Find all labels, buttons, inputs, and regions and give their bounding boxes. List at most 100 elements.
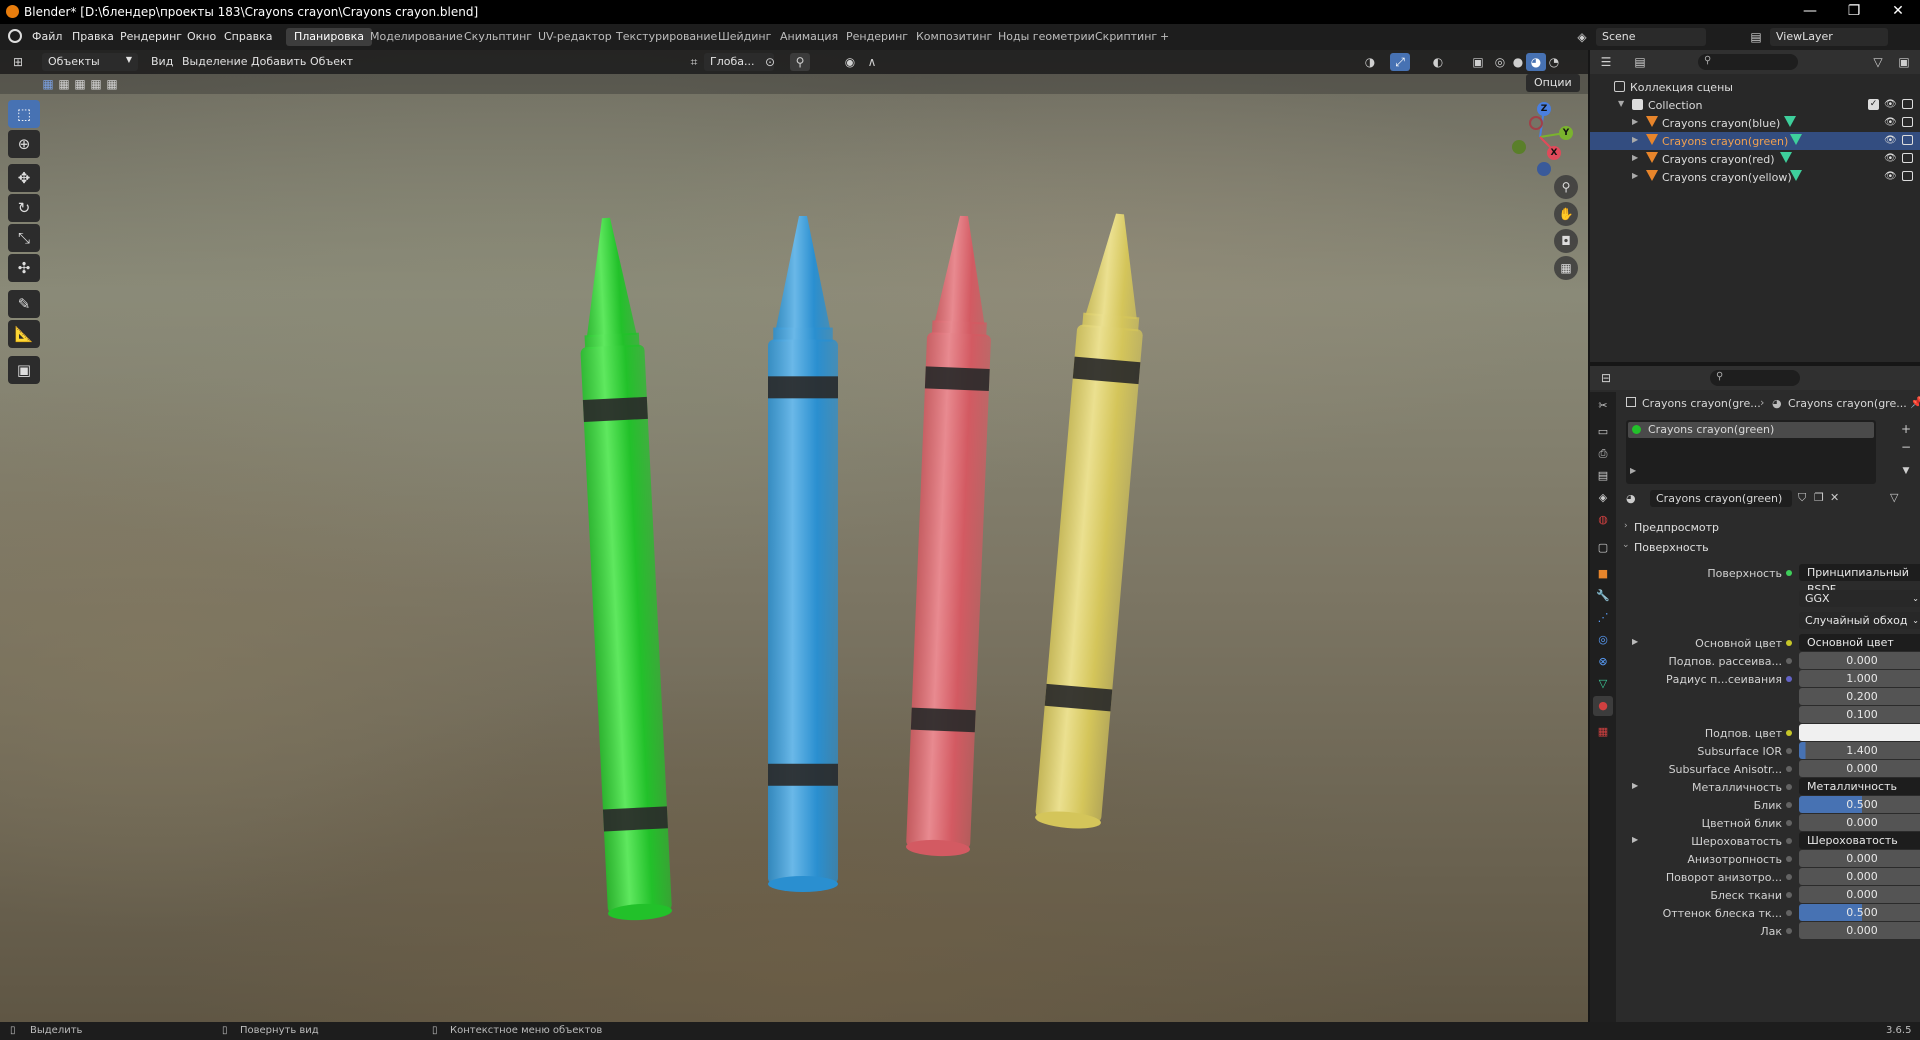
view-layer-tab-icon[interactable]: ▤	[1593, 466, 1613, 486]
camera-icon[interactable]	[1902, 99, 1913, 109]
gizmo-z-axis[interactable]: Z	[1537, 102, 1551, 116]
outliner-search-input[interactable]: ⚲	[1698, 54, 1798, 70]
xray-icon[interactable]: ▣	[1468, 53, 1488, 71]
mesh-data-icon[interactable]	[1790, 170, 1802, 181]
data-tab-icon[interactable]: ▽	[1593, 674, 1613, 694]
scene-icon[interactable]: ◈	[1572, 28, 1592, 46]
tab-geometry-nodes[interactable]: Ноды геометрии	[990, 28, 1103, 46]
panel-surface[interactable]: ⌄ Поверхность	[1616, 538, 1920, 558]
crayon-3[interactable]	[1034, 211, 1152, 831]
camera-icon[interactable]	[1902, 117, 1913, 127]
linked-input-field[interactable]: Шероховатость	[1799, 832, 1920, 849]
tree-collection[interactable]: ▼ Collection ✓ 👁	[1590, 96, 1920, 114]
collection-tab-icon[interactable]: ▢	[1593, 538, 1613, 558]
filter-icon[interactable]: ▽	[1868, 53, 1888, 71]
menu-object[interactable]: Объект	[310, 55, 353, 68]
tree-object-green[interactable]: ▶ Crayons crayon(green) 👁	[1590, 132, 1920, 150]
value-slider[interactable]: 0.200	[1799, 688, 1920, 705]
overlays-icon[interactable]: ◐	[1428, 53, 1448, 71]
socket-icon[interactable]	[1786, 658, 1792, 664]
expand-arrow-icon[interactable]: ▶	[1632, 781, 1638, 790]
socket-icon[interactable]	[1786, 838, 1792, 844]
close-button[interactable]: ✕	[1876, 0, 1920, 24]
value-slider[interactable]: 0.500	[1799, 796, 1920, 813]
properties-search-input[interactable]: ⚲	[1710, 370, 1800, 386]
socket-icon[interactable]	[1786, 928, 1792, 934]
output-tab-icon[interactable]: ⎙	[1593, 444, 1613, 464]
eye-icon[interactable]: 👁	[1884, 153, 1897, 164]
socket-icon[interactable]	[1786, 784, 1792, 790]
snap-icon[interactable]: ⚲	[790, 53, 810, 71]
rendered-shading-icon[interactable]: ◔	[1544, 53, 1564, 71]
mesh-data-icon[interactable]	[1790, 134, 1802, 145]
rotate-tool-icon[interactable]: ↻	[8, 194, 40, 222]
zoom-icon[interactable]: ⚲	[1554, 175, 1578, 199]
scale-tool-icon[interactable]: ⤡	[8, 224, 40, 252]
value-slider[interactable]: 1.400	[1799, 742, 1920, 759]
transform-tool-icon[interactable]: ✣	[8, 254, 40, 282]
proportional-editing-icon[interactable]: ◉	[840, 53, 860, 71]
socket-icon[interactable]	[1786, 748, 1792, 754]
tree-object-red[interactable]: ▶ Crayons crayon(red) 👁	[1590, 150, 1920, 168]
add-workspace-button[interactable]: +	[1152, 28, 1177, 46]
eye-icon[interactable]: 👁	[1884, 117, 1897, 128]
socket-icon[interactable]	[1786, 820, 1792, 826]
select-intersect-icon[interactable]: ▦	[102, 75, 122, 93]
tab-animation[interactable]: Анимация	[772, 28, 846, 46]
gizmo-toggle-icon[interactable]: ⤢	[1390, 53, 1410, 71]
menu-help[interactable]: Справка	[224, 30, 272, 43]
world-tab-icon[interactable]: ◍	[1593, 510, 1613, 530]
tree-object-blue[interactable]: ▶ Crayons crayon(blue) 👁	[1590, 114, 1920, 132]
new-collection-icon[interactable]: ▣	[1894, 53, 1914, 71]
crayon-1[interactable]	[768, 216, 838, 892]
tab-shading[interactable]: Шейдинг	[710, 28, 779, 46]
panel-preview[interactable]: › Предпросмотр	[1616, 518, 1920, 538]
render-tab-icon[interactable]: ▭	[1593, 422, 1613, 442]
texture-tab-icon[interactable]: ▦	[1593, 722, 1613, 742]
menu-file[interactable]: Файл	[32, 30, 62, 43]
expand-arrow-icon[interactable]: ▶	[1632, 117, 1638, 126]
tree-object-yellow[interactable]: ▶ Crayons crayon(yellow) 👁	[1590, 168, 1920, 186]
linked-input-field[interactable]: Металличность	[1799, 778, 1920, 795]
expand-arrow-icon[interactable]: ▶	[1632, 835, 1638, 844]
annotate-tool-icon[interactable]: ✎	[8, 290, 40, 318]
editor-type-icon[interactable]: ☰	[1596, 53, 1616, 71]
camera-icon[interactable]	[1902, 171, 1913, 181]
socket-icon[interactable]	[1786, 892, 1792, 898]
eye-icon[interactable]: 👁	[1884, 171, 1897, 182]
expand-arrow-icon[interactable]: ▶	[1632, 171, 1638, 180]
surface-shader-selector[interactable]: Принципиальный BSDF	[1799, 564, 1920, 596]
add-slot-icon[interactable]: +	[1896, 420, 1916, 438]
maximize-button[interactable]: ❐	[1832, 0, 1876, 24]
value-slider[interactable]: 0.000	[1799, 760, 1920, 777]
value-slider[interactable]: 0.100	[1799, 706, 1920, 723]
camera-icon[interactable]	[1902, 153, 1913, 163]
material-preview-icon[interactable]: ◕	[1526, 53, 1546, 71]
view-layer-selector[interactable]: ViewLayer	[1770, 28, 1888, 46]
value-slider[interactable]: 0.000	[1799, 922, 1920, 939]
browse-material-icon[interactable]: ◕	[1626, 492, 1636, 505]
collapse-arrow-icon[interactable]: ▼	[1618, 99, 1624, 108]
expand-arrow-icon[interactable]: ▶	[1632, 637, 1638, 646]
mode-selector[interactable]: Объекты ▼	[42, 53, 138, 71]
menu-add[interactable]: Добавить	[251, 55, 306, 68]
physics-tab-icon[interactable]: ◎	[1593, 630, 1613, 650]
add-cube-tool-icon[interactable]: ▣	[8, 356, 40, 384]
value-slider[interactable]: 0.000	[1799, 652, 1920, 669]
crayon-0[interactable]	[574, 216, 672, 921]
gizmo-y-axis[interactable]: Y	[1559, 126, 1573, 140]
pivot-point-icon[interactable]: ⊙	[760, 53, 780, 71]
expand-arrow-icon[interactable]: ▶	[1632, 135, 1638, 144]
menu-select[interactable]: Выделение	[182, 55, 248, 68]
color-swatch[interactable]	[1799, 724, 1920, 741]
tab-layout[interactable]: Планировка	[286, 28, 372, 46]
pan-hand-icon[interactable]: ✋	[1554, 202, 1578, 226]
value-slider[interactable]: 0.000	[1799, 850, 1920, 867]
socket-icon[interactable]	[1786, 802, 1792, 808]
visibility-icon[interactable]: ◑	[1360, 53, 1380, 71]
blender-menu-icon[interactable]	[8, 29, 22, 43]
tool-tab-icon[interactable]: ✂	[1593, 396, 1613, 416]
tab-compositing[interactable]: Композитинг	[908, 28, 1000, 46]
display-mode-icon[interactable]: ▤	[1630, 53, 1650, 71]
value-slider[interactable]: 0.000	[1799, 814, 1920, 831]
